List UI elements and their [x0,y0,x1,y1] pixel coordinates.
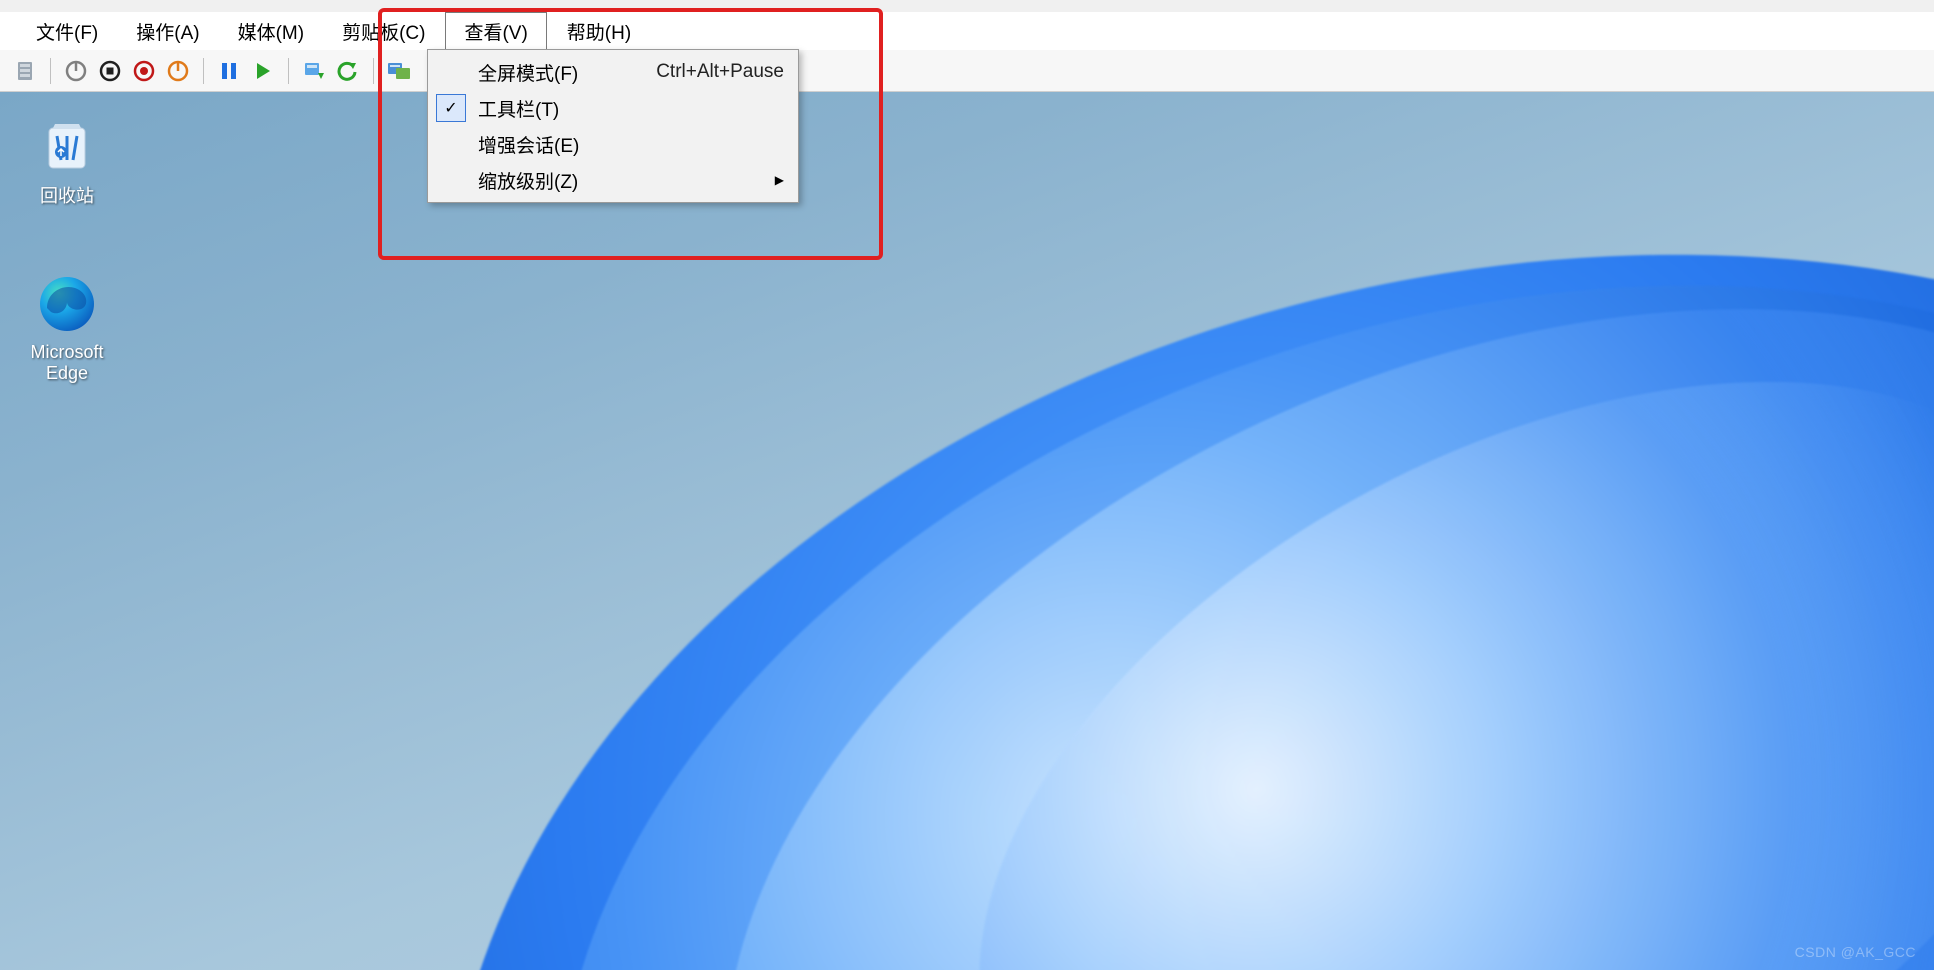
menu-item-enhanced-session[interactable]: 增强会话(E) [430,126,796,162]
menu-label: 查看(V) [464,18,527,45]
menu-label: 帮助(H) [567,18,631,45]
check-icon: ✓ [436,94,466,122]
menu-item-label: 工具栏(T) [478,95,559,122]
menu-item-zoom[interactable]: 缩放级别(Z) ▶ [430,162,796,198]
submenu-arrow-icon: ▶ [775,173,784,187]
menu-label: 文件(F) [36,18,98,45]
menu-view[interactable]: 查看(V) [445,12,546,50]
menu-item-label: 全屏模式(F) [478,59,578,86]
menubar: 文件(F) 操作(A) 媒体(M) 剪贴板(C) 查看(V) 帮助(H) [0,12,1934,50]
view-menu-dropdown: 全屏模式(F) Ctrl+Alt+Pause ✓ 工具栏(T) 增强会话(E) … [427,49,799,203]
toolbar-separator [373,58,374,84]
toolbar-separator [288,58,289,84]
desktop-icon-label: 回收站 [12,182,122,208]
menu-item-shortcut: Ctrl+Alt+Pause [636,61,784,83]
menu-item-fullscreen[interactable]: 全屏模式(F) Ctrl+Alt+Pause [430,54,796,90]
enhanced-session-icon[interactable] [384,56,414,86]
desktop-icon-microsoft-edge[interactable]: Microsoft Edge [12,272,122,384]
server-icon[interactable] [10,56,40,86]
menu-label: 剪贴板(C) [342,18,425,45]
play-icon[interactable] [248,56,278,86]
menu-help[interactable]: 帮助(H) [549,12,649,50]
edge-icon [35,272,99,336]
power-icon-orange[interactable] [163,56,193,86]
record-icon[interactable] [129,56,159,86]
check-icon [436,166,466,194]
pause-icon[interactable] [214,56,244,86]
watermark: CSDN @AK_GCC [1795,944,1916,960]
toolbar-separator [203,58,204,84]
revert-icon[interactable] [333,56,363,86]
menu-item-label: 增强会话(E) [478,131,579,158]
desktop-icon-recycle-bin[interactable]: 回收站 [12,112,122,208]
checkpoint-icon[interactable] [299,56,329,86]
menu-file[interactable]: 文件(F) [18,12,116,50]
menu-clipboard[interactable]: 剪贴板(C) [324,12,443,50]
guest-desktop[interactable]: 回收站 Microsoft Edge [0,92,1934,970]
menu-label: 媒体(M) [238,18,304,45]
menu-label: 操作(A) [136,18,199,45]
stop-icon[interactable] [95,56,125,86]
check-icon [436,130,466,158]
menu-action[interactable]: 操作(A) [118,12,217,50]
toolbar-separator [50,58,51,84]
power-icon-gray[interactable] [61,56,91,86]
toolbar [0,50,1934,92]
desktop-icon-label: Microsoft Edge [12,342,122,384]
menu-media[interactable]: 媒体(M) [220,12,322,50]
recycle-bin-icon [35,112,99,176]
menu-item-toolbar[interactable]: ✓ 工具栏(T) [430,90,796,126]
menu-item-label: 缩放级别(Z) [478,167,578,194]
check-icon [436,58,466,86]
